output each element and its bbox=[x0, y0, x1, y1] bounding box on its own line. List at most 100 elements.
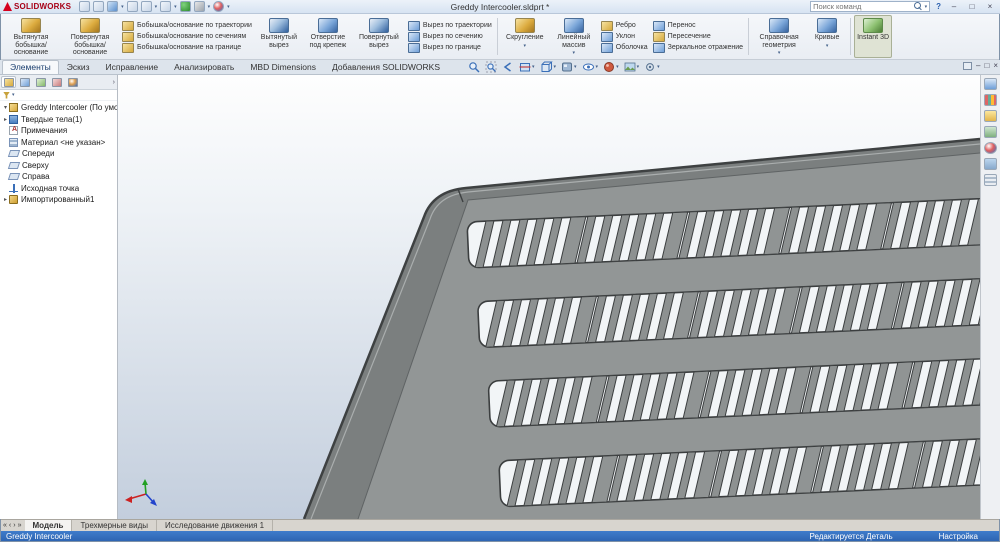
tree-item-origin[interactable]: Исходная точка bbox=[0, 183, 117, 195]
linear-pattern-button[interactable]: Линейный массив ▾ bbox=[550, 15, 598, 58]
tab-scroll-first-icon[interactable]: « bbox=[3, 522, 7, 529]
custom-properties-icon[interactable] bbox=[984, 158, 997, 170]
open-document-icon[interactable] bbox=[93, 1, 104, 12]
expand-arrow-icon[interactable]: ▸ bbox=[2, 196, 9, 203]
appearances-scenes-icon[interactable] bbox=[984, 142, 997, 154]
display-style-button[interactable]: ▾ bbox=[561, 61, 577, 73]
tab-featuremanager-tree[interactable] bbox=[1, 76, 16, 88]
document-cascade-icon[interactable] bbox=[963, 62, 972, 70]
boundary-boss-button[interactable]: Бобышка/основание на границе bbox=[122, 43, 252, 53]
swept-cut-button[interactable]: Вырез по траектории bbox=[408, 21, 492, 31]
shell-button[interactable]: Оболочка bbox=[601, 43, 648, 53]
extruded-boss-button[interactable]: Вытянутая бобышка/основание bbox=[2, 15, 60, 58]
mirror-button[interactable]: Зеркальное отражение bbox=[653, 43, 743, 53]
tab-dimxpertmanager[interactable] bbox=[49, 76, 64, 88]
maximize-button[interactable]: □ bbox=[965, 1, 979, 12]
lofted-boss-button[interactable]: Бобышка/основание по сечениям bbox=[122, 32, 252, 42]
rebuild-icon[interactable] bbox=[180, 1, 191, 12]
revolved-cut-button[interactable]: Повернутый вырез bbox=[353, 15, 405, 58]
reference-geometry-button[interactable]: Справочная геометрия ▾ bbox=[752, 15, 806, 58]
save-dropdown-icon[interactable]: ▾ bbox=[121, 4, 124, 10]
extruded-cut-button[interactable]: Вытянутый вырез bbox=[255, 15, 303, 58]
tab-solidworks-addins[interactable]: Добавления SOLIDWORKS bbox=[324, 60, 448, 74]
rib-button[interactable]: Ребро bbox=[601, 21, 648, 31]
save-icon[interactable] bbox=[107, 1, 118, 12]
tree-item-material[interactable]: Материал <не указан> bbox=[0, 137, 117, 149]
section-view-dropdown-icon[interactable]: ▾ bbox=[532, 64, 535, 70]
apply-scene-button[interactable]: ▾ bbox=[624, 61, 640, 73]
reference-geometry-dropdown-icon[interactable]: ▾ bbox=[778, 50, 781, 56]
instant3d-button[interactable]: Instant 3D bbox=[854, 15, 892, 58]
solidworks-resources-icon[interactable] bbox=[984, 78, 997, 90]
intersect-button[interactable]: Пересечение bbox=[653, 32, 743, 42]
zoom-area-button[interactable] bbox=[485, 61, 497, 73]
linear-pattern-dropdown-icon[interactable]: ▾ bbox=[573, 50, 576, 56]
boundary-cut-button[interactable]: Вырез по границе bbox=[408, 43, 492, 53]
hide-show-items-button[interactable]: ▾ bbox=[582, 61, 599, 73]
revolved-boss-button[interactable]: Повернутая бобышка/основание bbox=[61, 15, 119, 58]
tab-features[interactable]: Элементы bbox=[2, 60, 59, 74]
tab-scroll-last-icon[interactable]: » bbox=[18, 522, 22, 529]
help-button[interactable]: ? bbox=[934, 2, 943, 11]
tab-3d-views[interactable]: Трехмерные виды bbox=[72, 520, 157, 531]
view-settings-dropdown-icon[interactable]: ▾ bbox=[657, 64, 660, 70]
options-dropdown-icon[interactable]: ▾ bbox=[208, 4, 211, 10]
file-explorer-icon[interactable] bbox=[984, 110, 997, 122]
graphics-viewport[interactable] bbox=[118, 75, 980, 519]
undo-icon[interactable] bbox=[141, 1, 152, 12]
tab-propertymanager[interactable] bbox=[17, 76, 32, 88]
print-icon[interactable] bbox=[127, 1, 138, 12]
edit-appearance-dropdown-icon[interactable]: ▾ bbox=[616, 64, 619, 70]
tree-item-solid-bodies[interactable]: ▸ Твердые тела(1) bbox=[0, 114, 117, 126]
curves-button[interactable]: Кривые ▾ bbox=[807, 15, 847, 58]
tab-displaymanager[interactable] bbox=[65, 76, 80, 88]
tree-item-top-plane[interactable]: Сверху bbox=[0, 160, 117, 172]
minimize-button[interactable]: – bbox=[947, 1, 961, 12]
options-icon[interactable] bbox=[194, 1, 205, 12]
select-tool-icon[interactable] bbox=[160, 1, 171, 12]
document-minimize-button[interactable]: – bbox=[976, 61, 980, 70]
expand-arrow-icon[interactable]: ▸ bbox=[2, 116, 9, 123]
new-document-icon[interactable] bbox=[79, 1, 90, 12]
tree-item-imported1[interactable]: ▸ Импортированный1 bbox=[0, 194, 117, 206]
tab-mbd-dimensions[interactable]: MBD Dimensions bbox=[242, 60, 324, 74]
tree-root-item[interactable]: ▾ Greddy Intercooler (По умолчанию< bbox=[0, 102, 117, 114]
tab-configurationmanager[interactable] bbox=[33, 76, 48, 88]
appearance-dropdown-icon[interactable]: ▾ bbox=[227, 4, 230, 10]
tree-item-annotations[interactable]: Примечания bbox=[0, 125, 117, 137]
undo-dropdown-icon[interactable]: ▾ bbox=[155, 4, 158, 10]
forum-icon[interactable] bbox=[984, 174, 997, 186]
document-restore-button[interactable]: □ bbox=[984, 61, 989, 70]
tab-scroll-prev-icon[interactable]: ‹ bbox=[9, 522, 11, 529]
zoom-fit-button[interactable] bbox=[468, 61, 480, 73]
tab-sketch[interactable]: Эскиз bbox=[59, 60, 98, 74]
section-view-button[interactable]: ▾ bbox=[519, 61, 535, 73]
tree-item-front-plane[interactable]: Спереди bbox=[0, 148, 117, 160]
draft-button[interactable]: Уклон bbox=[601, 32, 648, 42]
tab-scroll-next-icon[interactable]: › bbox=[13, 522, 15, 529]
swept-boss-button[interactable]: Бобышка/основание по траектории bbox=[122, 21, 252, 31]
command-search-input[interactable] bbox=[813, 2, 911, 11]
view-orientation-dropdown-icon[interactable]: ▾ bbox=[554, 64, 557, 70]
hide-show-dropdown-icon[interactable]: ▾ bbox=[596, 64, 599, 70]
tree-filter-icon[interactable] bbox=[3, 92, 10, 99]
edit-appearance-button[interactable]: ▾ bbox=[603, 61, 619, 73]
previous-view-button[interactable] bbox=[502, 61, 514, 73]
tab-model[interactable]: Модель bbox=[25, 520, 73, 531]
tab-motion-study[interactable]: Исследование движения 1 bbox=[157, 520, 273, 531]
apply-scene-dropdown-icon[interactable]: ▾ bbox=[637, 64, 640, 70]
move-button[interactable]: Перенос bbox=[653, 21, 743, 31]
view-settings-button[interactable]: ▾ bbox=[644, 61, 660, 73]
view-palette-icon[interactable] bbox=[984, 126, 997, 138]
command-search[interactable]: ▾ bbox=[810, 1, 930, 12]
status-customize[interactable]: Настройка bbox=[939, 532, 978, 541]
document-close-button[interactable]: × bbox=[993, 61, 998, 70]
fillet-dropdown-icon[interactable]: ▾ bbox=[524, 43, 527, 49]
display-style-dropdown-icon[interactable]: ▾ bbox=[574, 64, 577, 70]
view-orientation-button[interactable]: ▾ bbox=[540, 61, 557, 73]
design-library-icon[interactable] bbox=[984, 94, 997, 106]
collapse-arrow-icon[interactable]: ▾ bbox=[2, 104, 9, 111]
tab-repair[interactable]: Исправление bbox=[98, 60, 167, 74]
hole-wizard-button[interactable]: Отверстие под крепеж bbox=[304, 15, 352, 58]
tab-evaluate[interactable]: Анализировать bbox=[166, 60, 242, 74]
